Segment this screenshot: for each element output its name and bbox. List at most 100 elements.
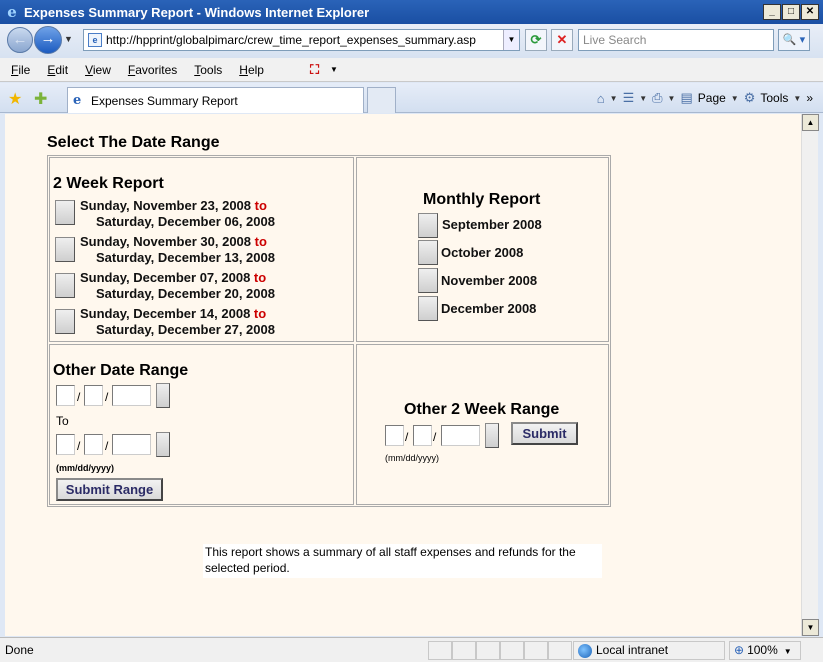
status-pane <box>500 641 524 660</box>
end-month-input[interactable] <box>56 434 75 455</box>
menu-view[interactable]: View <box>85 63 111 77</box>
add-favorite-icon[interactable]: ✚ <box>34 89 47 109</box>
print-icon[interactable]: ⎙ <box>652 90 662 106</box>
zone-label: Local intranet <box>596 643 669 657</box>
menu-tools[interactable]: Tools <box>194 63 222 77</box>
month-october-button[interactable] <box>418 240 438 265</box>
tab-bar: ★ ✚ e Expenses Summary Report ⌂ ▼ ☰ ▼ ⎙ ▼ ▤… <box>0 83 823 113</box>
menu-file[interactable]: File <box>11 63 30 77</box>
two-week-calendar-button[interactable] <box>485 423 499 448</box>
end-day-input[interactable] <box>84 434 103 455</box>
page-icon: e <box>88 33 102 47</box>
date-separator: / <box>105 390 109 404</box>
zoom-dropdown-icon[interactable]: ▼ <box>784 647 792 656</box>
refresh-button[interactable]: ⟳ <box>525 29 547 51</box>
submit-button[interactable]: Submit <box>511 422 578 445</box>
status-pane <box>548 641 572 660</box>
search-button[interactable]: 🔍 ▾ <box>778 29 810 51</box>
other-two-week-title: Other 2 Week Range <box>404 401 560 418</box>
page-title: Select The Date Range <box>47 134 220 151</box>
zoom-icon: ⊕ <box>734 643 745 657</box>
status-bar: Done Local intranet ⊕ 100% ▼ <box>0 637 823 662</box>
two-week-year-input[interactable] <box>441 425 480 446</box>
tab-label: Expenses Summary Report <box>91 93 238 108</box>
report-description: This report shows a summary of all staff… <box>203 544 602 578</box>
recent-pages-dropdown-icon[interactable]: ▼ <box>64 34 73 44</box>
end-calendar-button[interactable] <box>156 432 170 457</box>
date-range-table: 2 Week Report Sunday, November 23, 2008 … <box>47 155 611 507</box>
tab-page-icon: e <box>73 92 82 108</box>
menu-edit[interactable]: Edit <box>47 63 68 77</box>
address-bar[interactable]: e http://hpprint/globalpimarc/crew_time_… <box>83 29 520 51</box>
chevron-more-icon[interactable]: » <box>806 91 813 105</box>
two-week-report-title: 2 Week Report <box>53 175 164 192</box>
date-separator: / <box>105 439 109 453</box>
period-2-button[interactable] <box>55 237 75 262</box>
scroll-down-icon[interactable]: ▼ <box>802 619 819 636</box>
start-day-input[interactable] <box>84 385 103 406</box>
minimize-button[interactable]: _ <box>763 4 781 20</box>
menu-help[interactable]: Help <box>239 63 264 77</box>
pdf-icon[interactable]: ⛶ <box>310 62 326 78</box>
status-pane <box>452 641 476 660</box>
favorites-star-icon[interactable]: ★ <box>8 89 22 109</box>
vertical-scrollbar[interactable]: ▲ ▼ <box>801 114 819 636</box>
tools-menu[interactable]: Tools <box>760 91 788 105</box>
tab-expenses-summary[interactable]: e Expenses Summary Report <box>67 87 364 113</box>
month-december-button[interactable] <box>418 296 438 321</box>
period-1-button[interactable] <box>55 200 75 225</box>
home-dropdown-icon[interactable]: ▼ <box>610 94 618 103</box>
other-date-range-title: Other Date Range <box>53 362 189 379</box>
security-zone[interactable]: Local intranet <box>573 641 725 660</box>
tools-gear-icon: ⚙ <box>743 90 756 105</box>
start-year-input[interactable] <box>112 385 151 406</box>
scroll-up-icon[interactable]: ▲ <box>802 114 819 131</box>
two-week-day-input[interactable] <box>413 425 432 446</box>
month-november-label: November 2008 <box>441 273 538 288</box>
feeds-dropdown-icon[interactable]: ▼ <box>639 94 647 103</box>
start-month-input[interactable] <box>56 385 75 406</box>
submit-range-button[interactable]: Submit Range <box>56 478 163 501</box>
page-dropdown-icon[interactable]: ▼ <box>731 94 739 103</box>
page-viewport: Select The Date Range 2 Week Report Sund… <box>5 114 801 636</box>
address-dropdown-icon[interactable]: ▼ <box>503 30 519 50</box>
forward-button[interactable]: → <box>34 26 62 54</box>
month-november-button[interactable] <box>418 268 438 293</box>
end-year-input[interactable] <box>112 434 151 455</box>
close-button[interactable]: ✕ <box>801 4 819 20</box>
other-date-range-cell: Other Date Range / / To / / (mm/dd/yyyy)… <box>49 344 354 505</box>
date-format-hint: (mm/dd/yyyy) <box>56 463 115 473</box>
print-dropdown-icon[interactable]: ▼ <box>668 94 676 103</box>
status-pane <box>524 641 548 660</box>
period-3-start: Sunday, December 07, 2008 to <box>80 270 267 285</box>
start-calendar-button[interactable] <box>156 383 170 408</box>
two-week-month-input[interactable] <box>385 425 404 446</box>
period-3-button[interactable] <box>55 273 75 298</box>
page-menu-icon: ▤ <box>680 90 693 105</box>
date-separator: / <box>433 430 437 444</box>
search-input[interactable]: Live Search <box>578 29 774 51</box>
zoom-level: 100% <box>747 643 778 657</box>
maximize-button[interactable]: □ <box>782 4 800 20</box>
back-button[interactable]: ← <box>7 27 33 53</box>
home-icon[interactable]: ⌂ <box>597 91 605 106</box>
new-tab-button[interactable] <box>367 87 396 113</box>
menu-favorites[interactable]: Favorites <box>128 63 177 77</box>
month-october-label: October 2008 <box>441 245 524 260</box>
month-september-button[interactable] <box>418 213 438 238</box>
period-4-button[interactable] <box>55 309 75 334</box>
address-url[interactable]: http://hpprint/globalpimarc/crew_time_re… <box>106 33 503 47</box>
stop-button[interactable]: ✕ <box>551 29 573 51</box>
tools-dropdown-icon[interactable]: ▼ <box>793 94 801 103</box>
other-two-week-range-cell: Other 2 Week Range / / Submit (mm/dd/yyy… <box>356 344 609 505</box>
status-text: Done <box>5 643 34 657</box>
pdf-dropdown-icon[interactable]: ▼ <box>330 65 338 74</box>
page-menu[interactable]: Page <box>698 91 726 105</box>
feeds-icon[interactable]: ☰ <box>623 90 635 106</box>
address-toolbar: ← → ▼ e http://hpprint/globalpimarc/crew… <box>0 24 823 58</box>
zoom-control[interactable]: ⊕ 100% ▼ <box>729 641 801 660</box>
month-december-label: December 2008 <box>441 301 537 316</box>
period-2-start: Sunday, November 30, 2008 to <box>80 234 267 249</box>
status-pane <box>428 641 452 660</box>
month-september-label: September 2008 <box>442 217 542 232</box>
